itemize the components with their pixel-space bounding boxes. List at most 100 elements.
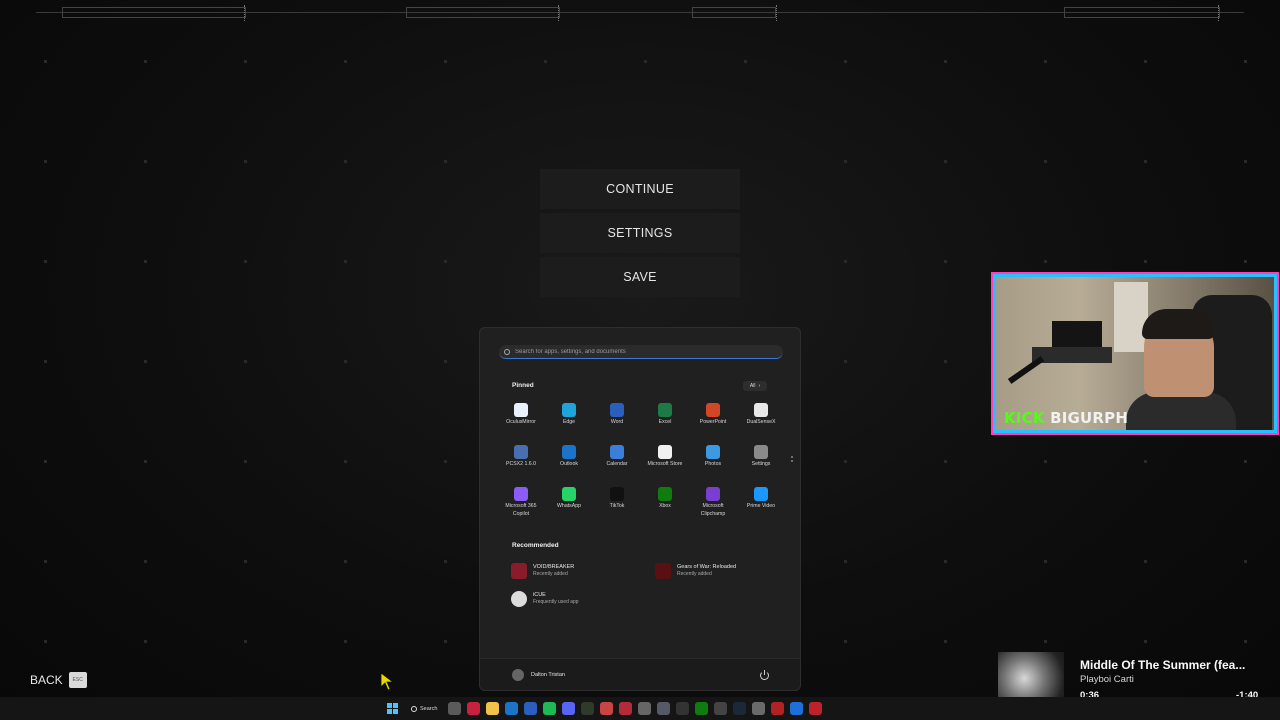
pinned-app-word[interactable]: Word [593, 403, 641, 445]
recommended-item-icue[interactable]: iCUE Frequently used app [511, 591, 579, 607]
background-marker [244, 360, 247, 363]
taskbar-spotify-icon[interactable] [543, 702, 557, 715]
background-marker [144, 560, 147, 563]
background-marker [344, 360, 347, 363]
continue-button[interactable]: CONTINUE [540, 169, 740, 209]
taskbar-word-icon[interactable] [524, 702, 538, 715]
recommended-item-name: VOID/BREAKER [533, 564, 575, 570]
background-marker [1044, 260, 1047, 263]
taskbar-nvidia-icon[interactable] [581, 702, 595, 715]
outlook-icon [562, 445, 576, 459]
kick-logo-text: KICK [1004, 409, 1045, 427]
taskbar-app-icon[interactable] [752, 702, 766, 715]
background-marker [444, 640, 447, 643]
background-marker [444, 260, 447, 263]
back-button[interactable]: BACK ESC [30, 670, 87, 690]
background-marker [1044, 460, 1047, 463]
pinned-app-whatsapp[interactable]: WhatsApp [545, 487, 593, 529]
pinned-title: Pinned [512, 382, 534, 389]
recommended-item-voidbreaker[interactable]: VOID/BREAKER Recently added [511, 563, 574, 579]
background-marker [244, 460, 247, 463]
pinned-app-tiktok[interactable]: TikTok [593, 487, 641, 529]
pinned-app-pcsx2[interactable]: PCSX2 1.6.0 [497, 445, 545, 487]
pinned-app-settings[interactable]: Settings [737, 445, 785, 487]
webcam-streamer-shirt [1126, 392, 1236, 430]
pinned-app-label: Xbox [659, 503, 671, 509]
taskbar-epic-icon[interactable] [676, 702, 690, 715]
pinned-app-edge[interactable]: Edge [545, 403, 593, 445]
pinned-app-label: DualSenseX [746, 419, 776, 425]
top-hud-bar [0, 0, 1280, 30]
pinned-app-xbox[interactable]: Xbox [641, 487, 689, 529]
taskbar-blue-app-icon[interactable] [790, 702, 804, 715]
background-marker [1244, 60, 1247, 63]
all-apps-button[interactable]: All › [743, 381, 767, 391]
taskbar-pin-icon[interactable] [619, 702, 633, 715]
start-search-box[interactable] [499, 345, 783, 359]
avatar [512, 669, 524, 681]
settings-button[interactable]: SETTINGS [540, 213, 740, 253]
excel-icon [658, 403, 672, 417]
background-marker [444, 60, 447, 63]
start-search-input[interactable] [515, 348, 775, 355]
background-marker [944, 160, 947, 163]
windows-icon [386, 703, 398, 714]
pinned-app-copilot[interactable]: Microsoft 365 Copilot [497, 487, 545, 529]
taskbar-xbox-icon[interactable] [695, 702, 709, 715]
background-marker [144, 260, 147, 263]
background-marker [344, 460, 347, 463]
gears-of-war-icon [655, 563, 671, 579]
save-button[interactable]: SAVE [540, 257, 740, 297]
taskbar-red-app-icon[interactable] [809, 702, 823, 715]
pinned-app-calendar[interactable]: Calendar [593, 445, 641, 487]
taskbar-outlook-icon[interactable] [505, 702, 519, 715]
prime-video-icon [754, 487, 768, 501]
background-marker [944, 260, 947, 263]
pinned-app-clipchamp[interactable]: Microsoft Clipchamp [689, 487, 737, 529]
pinned-app-powerpoint[interactable]: PowerPoint [689, 403, 737, 445]
taskbar-opera-gx-icon[interactable] [467, 702, 481, 715]
pinned-app-prime-video[interactable]: Prime Video [737, 487, 785, 529]
background-marker [1144, 60, 1147, 63]
start-menu: Pinned All › OculusMirror Edge Word Excel Po… [479, 327, 801, 691]
background-marker [144, 60, 147, 63]
pinned-app-photos[interactable]: Photos [689, 445, 737, 487]
page-dots-icon[interactable] [791, 456, 794, 464]
power-icon[interactable] [760, 670, 769, 680]
background-marker [44, 360, 47, 363]
pinned-app-microsoft-store[interactable]: Microsoft Store [641, 445, 689, 487]
taskbar-apps: Search [384, 700, 823, 717]
user-account-button[interactable]: Dalton Tristan [512, 669, 565, 681]
taskbar-steam-icon[interactable] [733, 702, 747, 715]
taskbar-discord-icon[interactable] [562, 702, 576, 715]
taskbar-monitor-icon[interactable] [657, 702, 671, 715]
pinned-app-dualsensex[interactable]: DualSenseX [737, 403, 785, 445]
background-marker [444, 460, 447, 463]
track-artist: Playboi Carti [1080, 674, 1134, 685]
background-marker [1244, 560, 1247, 563]
pinned-app-outlook[interactable]: Outlook [545, 445, 593, 487]
taskbar-task-view-icon[interactable] [448, 702, 462, 715]
recommended-item-gears-of-war[interactable]: Gears of War: Reloaded Recently added [655, 563, 736, 579]
channel-name: BIGURPH [1050, 409, 1129, 427]
dualsensex-icon [754, 403, 768, 417]
webcam-overlay: KICK BIGURPH [993, 274, 1277, 433]
taskbar-clock-icon[interactable] [638, 702, 652, 715]
pinned-app-label: Excel [658, 419, 672, 425]
pinned-app-excel[interactable]: Excel [641, 403, 689, 445]
taskbar-file-explorer-icon[interactable] [486, 702, 500, 715]
background-marker [144, 640, 147, 643]
taskbar-game-icon[interactable] [771, 702, 785, 715]
search-icon [411, 705, 417, 712]
voidbreaker-icon [511, 563, 527, 579]
start-button[interactable] [384, 701, 400, 717]
background-marker [744, 60, 747, 63]
powerpoint-icon [706, 403, 720, 417]
background-marker [44, 640, 47, 643]
taskbar-media-icon[interactable] [600, 702, 614, 715]
background-marker [244, 640, 247, 643]
pinned-app-label: PCSX2 1.6.0 [506, 461, 536, 467]
taskbar-search-button[interactable]: Search [406, 701, 442, 717]
taskbar-helmet-icon[interactable] [714, 702, 728, 715]
pinned-app-oculus-mirror[interactable]: OculusMirror [497, 403, 545, 445]
